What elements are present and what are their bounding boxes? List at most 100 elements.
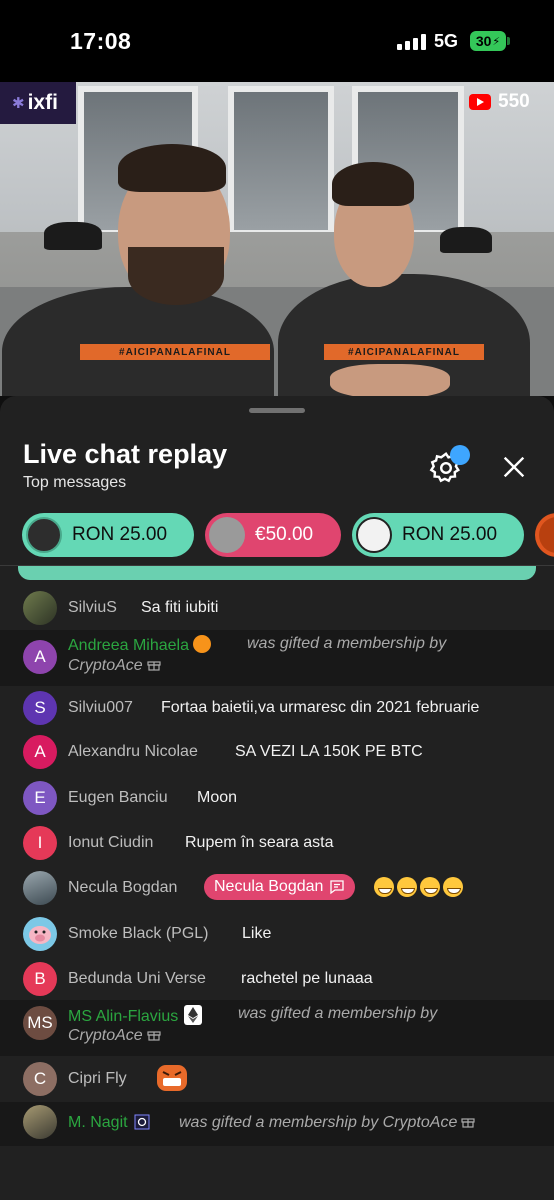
gift-sender: CryptoAce: [68, 1027, 161, 1045]
bitcoin-badge-icon: [192, 635, 211, 653]
avatar: [23, 591, 57, 625]
message-author[interactable]: Bedunda Uni Verse: [68, 970, 206, 988]
super-chat-chip[interactable]: [535, 513, 554, 557]
avatar: [23, 1105, 57, 1139]
gift-membership-message: A Andreea Mihaela was gifted a membershi…: [0, 630, 554, 686]
message-text: rachetel pe lunaaa: [241, 970, 373, 987]
message-text: SA VEZI LA 150K PE BTC: [235, 743, 423, 760]
youtube-count: 550: [498, 91, 530, 112]
battery-icon: 30 ⚡: [470, 31, 506, 51]
avatar: C: [23, 1062, 57, 1096]
youtube-icon: [469, 94, 491, 110]
avatar: [209, 517, 245, 553]
gift-sender-name: CryptoAce: [68, 1027, 143, 1044]
avatar: [23, 917, 57, 951]
message-author[interactable]: Ionut Ciudin: [68, 834, 153, 852]
comment-icon: [330, 880, 345, 895]
chat-message: I Ionut Ciudin Rupem în seara asta: [0, 821, 554, 865]
avatar: I: [23, 826, 57, 860]
live-chat-panel: Live chat replay Top messages RON 25.00 …: [0, 396, 554, 1200]
ixfi-mark-icon: ✱: [12, 95, 25, 112]
chat-message: A Alexandru Nicolae SA VEZI LA 150K PE B…: [0, 730, 554, 774]
super-chat-amount: RON 25.00: [72, 524, 168, 545]
pinned-super-chat-edge: [18, 566, 536, 580]
youtube-viewers: 550: [469, 91, 530, 113]
grin-emoji-icon: [420, 877, 440, 897]
avatar: [356, 517, 392, 553]
shirt-print-right: #AICIPANALAFINAL: [324, 344, 484, 360]
gift-membership-message: M. Nagit was gifted a membership by Cryp…: [0, 1102, 554, 1146]
gift-text: was gifted a membership by: [247, 635, 447, 652]
chat-message: E Eugen Banciu Moon: [0, 776, 554, 820]
drag-handle[interactable]: [249, 408, 305, 413]
super-chat-chip[interactable]: RON 25.00: [22, 513, 194, 557]
chat-messages: SilviuS Sa fiti iubiti A Andreea Mihaela…: [0, 586, 554, 1200]
gift-text: was gifted a membership by CryptoAce: [179, 1114, 475, 1132]
avatar: [539, 517, 554, 553]
super-chat-amount: RON 25.00: [402, 524, 498, 545]
chat-message: Smoke Black (PGL) Like: [0, 912, 554, 956]
avatar: A: [23, 735, 57, 769]
avatar: S: [23, 691, 57, 725]
message-author[interactable]: Cipri Fly: [68, 1070, 127, 1088]
super-chat-chip[interactable]: RON 25.00: [352, 513, 524, 557]
close-icon[interactable]: [498, 451, 530, 483]
message-text: Like: [242, 925, 272, 942]
message-author[interactable]: MS Alin-Flavius: [68, 1005, 203, 1026]
super-chat-amount: €50.00: [255, 524, 314, 545]
avatar: MS: [23, 1006, 57, 1040]
gift-icon: [461, 1118, 475, 1128]
message-text: Rupem în seara asta: [185, 834, 334, 851]
video-person-left: [2, 287, 274, 396]
grin-emoji-icon: [374, 877, 394, 897]
chat-message: SilviuS Sa fiti iubiti: [0, 586, 554, 630]
avatar: B: [23, 962, 57, 996]
gift-sender: CryptoAce: [68, 657, 161, 675]
gift-icon: [147, 661, 161, 671]
status-time: 17:08: [70, 28, 132, 54]
member-badge-icon: [134, 1114, 150, 1130]
angry-emoji-icon: [157, 1065, 187, 1091]
mention-chip[interactable]: Necula Bogdan: [204, 874, 356, 900]
avatar: E: [23, 781, 57, 815]
message-author[interactable]: Eugen Banciu: [68, 789, 168, 807]
message-author[interactable]: SilviuS: [68, 599, 117, 617]
message-author[interactable]: Necula Bogdan: [68, 879, 177, 897]
shirt-print-left: #AICIPANALAFINAL: [80, 344, 270, 360]
super-chat-chip[interactable]: €50.00: [205, 513, 341, 557]
message-author[interactable]: Alexandru Nicolae: [68, 743, 198, 761]
author-name: Andreea Mihaela: [68, 637, 189, 654]
message-author[interactable]: Andreea Mihaela: [68, 635, 211, 655]
pig-avatar-icon: [29, 926, 51, 944]
signal-icon: [397, 34, 427, 50]
chat-message: B Bedunda Uni Verse rachetel pe lunaaa: [0, 957, 554, 1001]
message-author[interactable]: Silviu007: [68, 699, 133, 717]
avatar: [26, 517, 62, 553]
panel-title: Live chat replay: [23, 439, 228, 469]
ethereum-badge-icon: [184, 1005, 203, 1025]
ixfi-logo: ✱ ixfi: [0, 82, 76, 124]
super-chat-ticker: RON 25.00 €50.00 RON 25.00: [0, 513, 554, 559]
chat-message: C Cipri Fly: [0, 1056, 554, 1102]
video-player[interactable]: #AICIPANALAFINAL #AICIPANALAFINAL ✱ ixfi…: [0, 82, 554, 396]
avatar: [23, 871, 57, 905]
battery-level: 30: [475, 33, 492, 49]
battery-tip: [507, 37, 510, 45]
message-author[interactable]: M. Nagit: [68, 1114, 150, 1132]
chat-message: Necula Bogdan Necula Bogdan: [0, 866, 554, 910]
message-author[interactable]: Smoke Black (PGL): [68, 925, 208, 943]
gift-text: was gifted a membership by: [238, 1005, 438, 1022]
message-text: Sa fiti iubiti: [141, 599, 219, 616]
message-text: Fortaa baietii,va urmaresc din 2021 febr…: [161, 699, 480, 716]
message-text: Moon: [197, 789, 238, 806]
gift-membership-message: MS MS Alin-Flavius was gifted a membersh…: [0, 1000, 554, 1056]
notification-dot: [450, 445, 470, 465]
status-bar: 17:08 5G 30 ⚡: [0, 0, 554, 82]
chat-mode-selector[interactable]: Top messages: [23, 474, 126, 492]
author-name: MS Alin-Flavius: [68, 1008, 179, 1025]
avatar: A: [23, 640, 57, 674]
gift-sender-name: CryptoAce: [68, 657, 143, 674]
gift-icon: [147, 1031, 161, 1041]
video-window-center: [228, 86, 334, 236]
emoji-group: [374, 877, 466, 897]
